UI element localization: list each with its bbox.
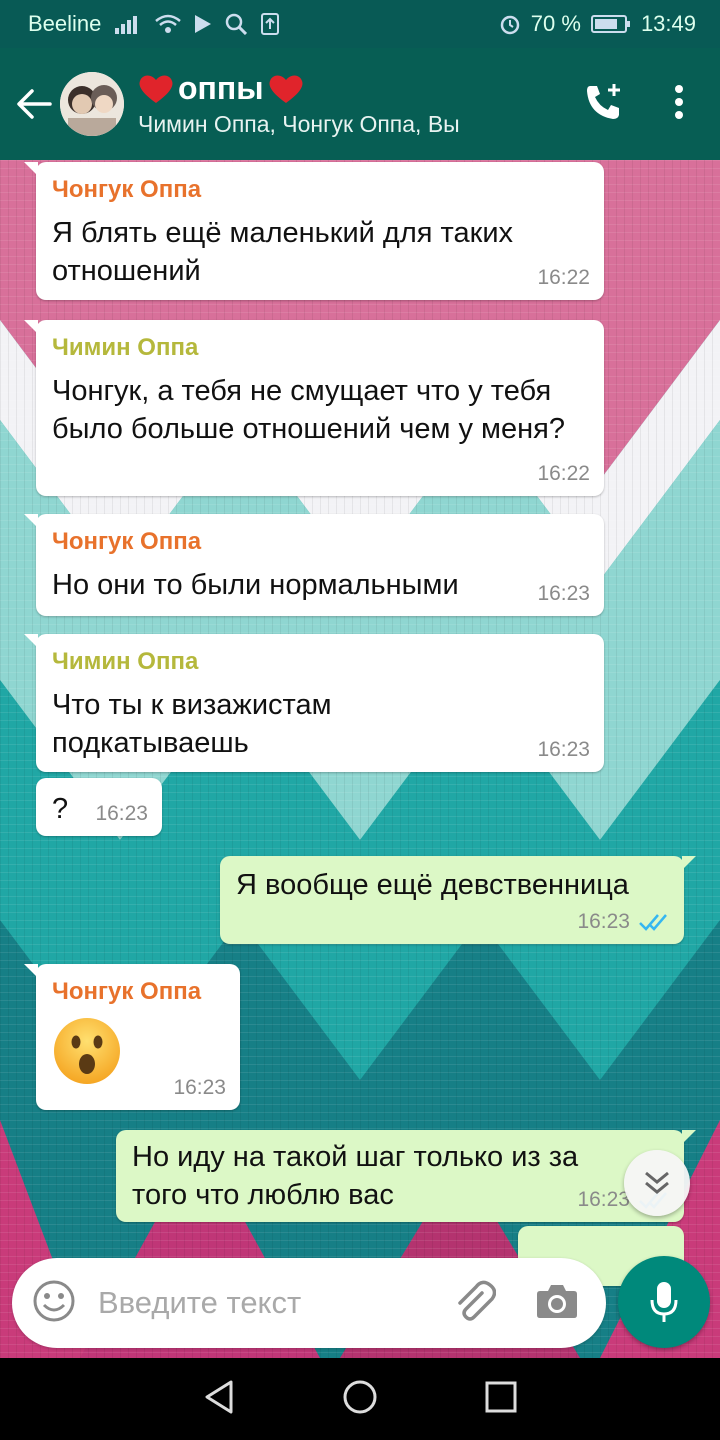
mic-icon	[650, 1282, 678, 1322]
message-bubble[interactable]: Чонгук Оппа 16:23	[24, 964, 240, 1110]
nav-back-button[interactable]	[203, 1380, 235, 1419]
message-time: 16:23	[173, 1076, 226, 1099]
system-navigation-bar	[0, 1358, 720, 1440]
message-bubble[interactable]: Чимин Оппа Чонгук, а тебя не смущает что…	[24, 320, 604, 496]
voice-message-button[interactable]	[618, 1256, 710, 1348]
message-bubble[interactable]: Чонгук Оппа Я блять ещё маленький для та…	[24, 162, 604, 300]
battery-icon	[590, 14, 631, 34]
message-sender: Чонгук Оппа	[52, 528, 202, 555]
battery-percent: 70 %	[530, 11, 581, 36]
status-bar: Beeline 70 % 13:49	[0, 0, 720, 48]
message-input[interactable]: Введите текст	[98, 1285, 301, 1321]
message-bubble-outgoing[interactable]: Но иду на такой шаг только из за того чт…	[116, 1130, 696, 1222]
attach-icon	[458, 1280, 497, 1321]
upload-icon	[261, 13, 280, 35]
chat-participants: Чимин Оппа, Чонгук Оппа, Вы	[138, 111, 460, 137]
message-time: 16:23	[577, 910, 630, 933]
more-options-button[interactable]	[674, 84, 684, 125]
nav-recents-button[interactable]	[485, 1381, 517, 1418]
search-icon	[225, 13, 248, 35]
alarm-icon	[499, 13, 521, 35]
camera-icon	[537, 1284, 577, 1318]
message-bubble[interactable]: Чонгук Оппа Но они то были нормальными 1…	[24, 514, 604, 616]
heart-icon	[139, 75, 173, 103]
heart-icon	[269, 75, 303, 103]
read-ticks-icon	[639, 914, 667, 931]
message-bubble[interactable]: Чимин Оппа Что ты к визажистам подкатыва…	[24, 634, 604, 772]
emoji-icon	[33, 1280, 75, 1321]
message-composer[interactable]: Введите текст	[12, 1258, 606, 1348]
back-button[interactable]	[2, 48, 66, 160]
message-time: 16:22	[537, 266, 590, 289]
message-bubble[interactable]: ? 16:23	[36, 778, 162, 836]
message-sender: Чимин Оппа	[52, 648, 199, 675]
message-time: 16:23	[95, 802, 148, 825]
attach-button[interactable]	[452, 1279, 497, 1328]
message-sender: Чонгук Оппа	[52, 978, 202, 1005]
add-call-icon	[587, 83, 620, 119]
more-options-icon	[675, 84, 683, 119]
chat-title: оппы	[138, 70, 460, 107]
message-text: Чонгук, а тебя не смущает что у тебя был…	[52, 375, 565, 445]
back-arrow-icon	[17, 89, 52, 119]
scroll-to-bottom-button[interactable]	[624, 1150, 690, 1216]
chat-title-block[interactable]: оппы Чимин Оппа, Чонгук Оппа, Вы	[138, 70, 460, 138]
chat-header: оппы Чимин Оппа, Чонгук Оппа, Вы	[0, 48, 720, 160]
emoji-button[interactable]	[32, 1279, 76, 1328]
play-icon	[195, 15, 212, 33]
signal-icon	[115, 14, 141, 34]
message-time: 16:23	[577, 1188, 630, 1211]
surprised-face-emoji-icon	[54, 1018, 120, 1084]
nav-back-icon	[205, 1380, 233, 1413]
nav-home-icon	[343, 1380, 377, 1413]
message-bubble-outgoing[interactable]: Я вообще ещё девственница 16:23	[220, 856, 696, 944]
chat-area[interactable]: Чонгук Оппа Я блять ещё маленький для та…	[0, 160, 720, 1358]
nav-home-button[interactable]	[342, 1379, 378, 1420]
chat-title-text: оппы	[178, 70, 264, 106]
message-time: 16:23	[537, 738, 590, 761]
message-text: Но они то были нормальными	[52, 569, 459, 601]
message-sender: Чимин Оппа	[52, 334, 199, 361]
camera-button[interactable]	[536, 1283, 578, 1324]
message-sender: Чонгук Оппа	[52, 176, 202, 203]
message-time: 16:22	[537, 462, 590, 485]
message-text: Я блять ещё маленький для таких отношени…	[52, 217, 514, 287]
nav-recents-icon	[485, 1381, 517, 1412]
carrier-name: Beeline	[28, 11, 102, 36]
message-time: 16:23	[537, 582, 590, 605]
clock: 13:49	[640, 11, 696, 36]
wifi-icon	[155, 14, 182, 34]
group-avatar[interactable]	[60, 72, 124, 136]
message-text: Я вообще ещё девственница	[236, 869, 629, 901]
message-text: Что ты к визажистам подкатываешь	[52, 689, 332, 759]
double-chevron-down-icon	[645, 1171, 669, 1194]
add-call-button[interactable]	[584, 82, 624, 127]
